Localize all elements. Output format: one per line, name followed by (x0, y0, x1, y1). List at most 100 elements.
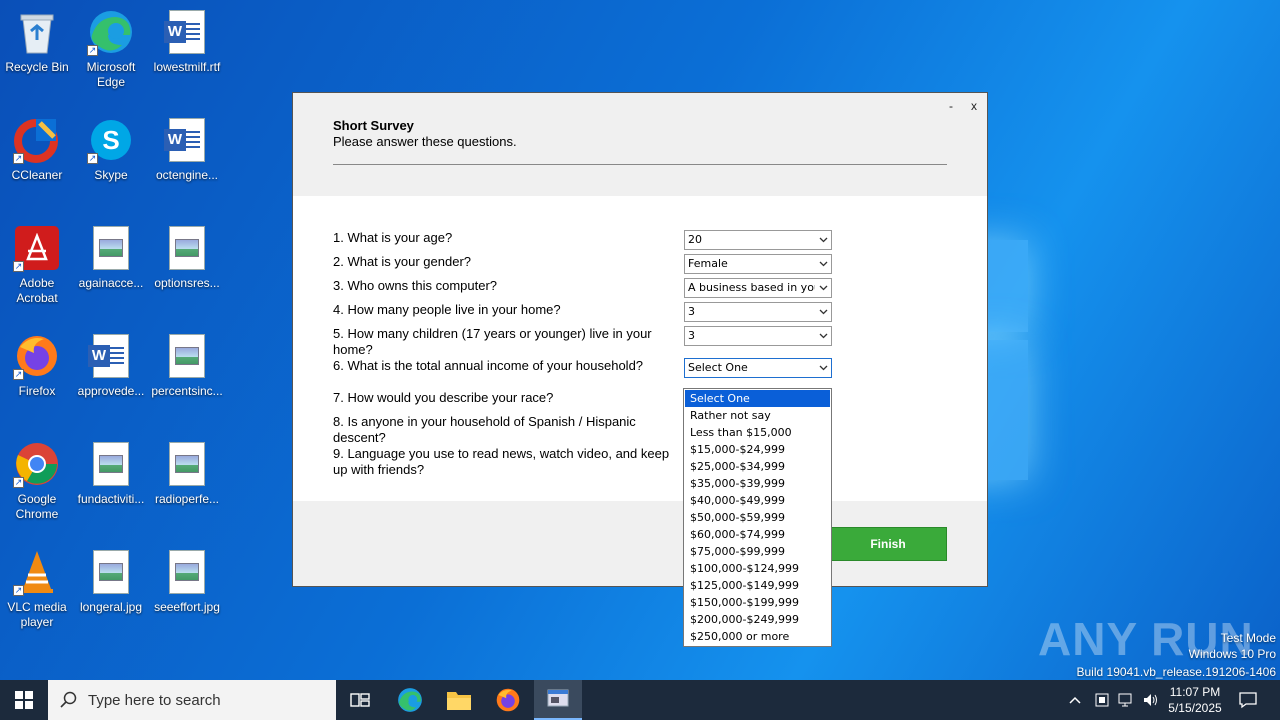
question-household-size: 4. How many people live in your home? (333, 302, 561, 317)
desktop-icon-label: Adobe Acrobat (16, 276, 58, 305)
taskbar-clock[interactable]: 11:07 PM 5/15/2025 (1160, 684, 1230, 716)
finish-button[interactable]: Finish (829, 527, 947, 561)
desktop-icon-firefox[interactable]: ↗ Firefox (0, 332, 74, 399)
task-view-icon (350, 693, 370, 707)
desktop-icon-fundactiviti[interactable]: fundactiviti... (74, 440, 148, 507)
firefox-icon (496, 688, 520, 712)
chrome-icon: ↗ (13, 440, 61, 488)
owner-select[interactable]: A business based in you (684, 278, 832, 298)
gender-select[interactable]: Female (684, 254, 832, 274)
income-option[interactable]: $150,000-$199,999 (685, 594, 830, 611)
desktop-icon-microsoft-edge[interactable]: ↗ Microsoft Edge (74, 8, 148, 90)
question-owner: 3. Who owns this computer? (333, 278, 498, 293)
shortcut-arrow-icon: ↗ (87, 45, 98, 56)
chevron-down-icon (815, 303, 831, 321)
dialog-header: - x Short Survey Please answer these que… (293, 93, 987, 196)
chevron-down-icon (815, 327, 831, 345)
desktop-icon-octengine[interactable]: W octengine... (150, 116, 224, 183)
edge-icon (398, 688, 422, 712)
household-size-value: 3 (688, 305, 695, 318)
search-icon (60, 691, 77, 708)
taskbar-firefox[interactable] (484, 680, 532, 720)
action-center-button[interactable] (1238, 680, 1258, 720)
desktop-icon-vlc[interactable]: ↗ VLC media player (0, 548, 74, 630)
dialog-body: 1. What is your age? 20 2. What is your … (293, 196, 987, 501)
children-select[interactable]: 3 (684, 326, 832, 346)
income-option[interactable]: $40,000-$49,999 (685, 492, 830, 509)
owner-value: A business based in you (688, 281, 821, 294)
income-option[interactable]: $50,000-$59,999 (685, 509, 830, 526)
start-button[interactable] (0, 680, 48, 720)
desktop-icon-ccleaner[interactable]: ↗ CCleaner (0, 116, 74, 183)
income-option[interactable]: $75,000-$99,999 (685, 543, 830, 560)
os-label: Windows 10 Pro (1188, 647, 1276, 661)
image-file-icon (163, 332, 211, 380)
desktop-icon-longeral[interactable]: longeral.jpg (74, 548, 148, 615)
desktop-icon-lowestmilf[interactable]: W lowestmilf.rtf (150, 8, 224, 75)
close-button[interactable]: x (971, 99, 977, 113)
task-view-button[interactable] (336, 680, 384, 720)
desktop-icon-google-chrome[interactable]: ↗ Google Chrome (0, 440, 74, 522)
folder-icon (447, 692, 471, 710)
income-option[interactable]: $25,000-$34,999 (685, 458, 830, 475)
word-document-icon: W (163, 8, 211, 56)
income-option[interactable]: $100,000-$124,999 (685, 560, 830, 577)
edge-icon: ↗ (87, 8, 135, 56)
income-option[interactable]: Select One (685, 390, 830, 407)
desktop-icon-label: seeeffort.jpg (154, 600, 220, 614)
image-file-icon (87, 440, 135, 488)
income-option[interactable]: $60,000-$74,999 (685, 526, 830, 543)
shortcut-arrow-icon: ↗ (13, 153, 24, 164)
chevron-down-icon (815, 279, 831, 297)
word-document-icon: W (87, 332, 135, 380)
question-age: 1. What is your age? (333, 230, 453, 245)
income-option[interactable]: $200,000-$249,999 (685, 611, 830, 628)
network-button[interactable] (1118, 680, 1136, 720)
tray-app-icon[interactable] (1094, 680, 1110, 720)
desktop-icon-label: longeral.jpg (79, 600, 143, 614)
taskbar-file-explorer[interactable] (435, 680, 483, 720)
shortcut-arrow-icon: ↗ (13, 369, 24, 380)
desktop-icon-label: Skype (94, 168, 128, 182)
windows-start-icon (15, 691, 33, 709)
image-file-icon (163, 440, 211, 488)
income-option[interactable]: $35,000-$39,999 (685, 475, 830, 492)
application-window-icon (547, 689, 569, 707)
network-icon (1118, 693, 1132, 707)
desktop-icon-label: Microsoft Edge (86, 60, 136, 89)
test-mode-label: Test Mode (1220, 631, 1276, 645)
income-select[interactable]: Select One (684, 358, 832, 378)
desktop-icon-againacce[interactable]: againacce... (74, 224, 148, 291)
question-gender: 2. What is your gender? (333, 254, 472, 269)
desktop-icon-approvede[interactable]: W approvede... (74, 332, 148, 399)
household-size-select[interactable]: 3 (684, 302, 832, 322)
desktop-icon-skype[interactable]: S ↗ Skype (74, 116, 148, 183)
income-option[interactable]: $125,000-$149,999 (685, 577, 830, 594)
question-language: 9. Language you use to read news, watch … (333, 446, 670, 477)
image-file-icon (87, 224, 135, 272)
show-hidden-icons-button[interactable] (1068, 680, 1082, 720)
taskbar-edge[interactable] (386, 680, 434, 720)
children-value: 3 (688, 329, 695, 342)
income-option[interactable]: Less than $15,000 (685, 424, 830, 441)
desktop-icon-seeeffort[interactable]: seeeffort.jpg (150, 548, 224, 615)
income-option[interactable]: $250,000 or more (685, 628, 830, 645)
clock-date: 5/15/2025 (1168, 701, 1222, 715)
desktop-icon-recycle-bin[interactable]: Recycle Bin (0, 8, 74, 75)
income-option[interactable]: $15,000-$24,999 (685, 441, 830, 458)
age-select[interactable]: 20 (684, 230, 832, 250)
taskbar: Type here to search 11:07 PM 5/15/2025 (0, 680, 1280, 720)
desktop-icon-radioperfe[interactable]: radioperfe... (150, 440, 224, 507)
taskbar-search-box[interactable]: Type here to search (48, 680, 336, 720)
minimize-button[interactable]: - (949, 99, 953, 113)
income-option[interactable]: Rather not say (685, 407, 830, 424)
taskbar-survey-app[interactable] (534, 680, 582, 720)
image-file-icon (163, 548, 211, 596)
desktop-icon-optionsres[interactable]: optionsres... (150, 224, 224, 291)
desktop-icon-label: octengine... (155, 168, 219, 182)
image-file-icon (163, 224, 211, 272)
volume-button[interactable] (1142, 680, 1160, 720)
desktop-icon-percentsinc[interactable]: percentsinc... (150, 332, 224, 399)
desktop-icon-adobe-acrobat[interactable]: ↗ Adobe Acrobat (0, 224, 74, 306)
skype-icon: S ↗ (87, 116, 135, 164)
